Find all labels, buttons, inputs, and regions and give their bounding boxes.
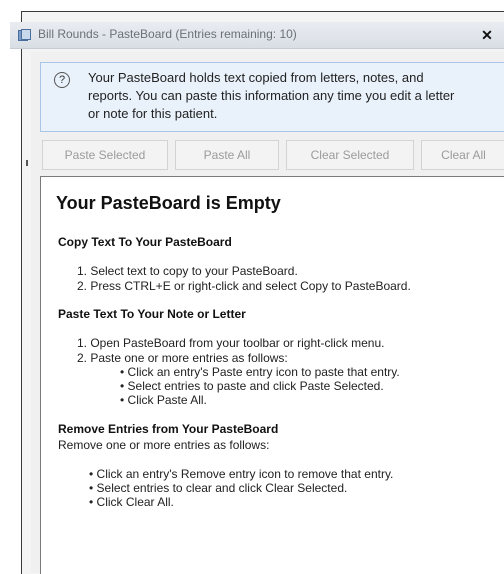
close-icon[interactable]: ✕ [476, 26, 498, 44]
title-bar[interactable]: Bill Rounds - PasteBoard (Entries remain… [10, 22, 504, 49]
paste-section-heading: Paste Text To Your Note or Letter [58, 307, 246, 321]
paste-bullet: • Click an entry's Paste entry icon to p… [120, 365, 400, 379]
info-banner: ? Your PasteBoard holds text copied from… [40, 62, 504, 132]
clear-selected-button[interactable]: Clear Selected [286, 140, 414, 170]
remove-bullet: • Click Clear All. [89, 495, 174, 509]
pasteboard-content[interactable]: Your PasteBoard is Empty Copy Text To Yo… [40, 176, 504, 574]
paste-bullet: • Select entries to paste and click Past… [120, 379, 384, 393]
remove-section-heading: Remove Entries from Your PasteBoard [58, 422, 279, 436]
remove-bullet: • Click an entry's Remove entry icon to … [89, 467, 394, 481]
copy-step: 2. Press CTRL+E or right-click and selec… [77, 279, 411, 293]
paste-selected-button[interactable]: Paste Selected [42, 140, 168, 170]
help-circle-icon: ? [54, 72, 70, 88]
paste-all-button[interactable]: Paste All [175, 140, 279, 170]
edge-marker [26, 160, 28, 166]
remove-intro: Remove one or more entries as follows: [58, 438, 270, 452]
info-line: or note for this patient. [88, 106, 218, 121]
copy-section-heading: Copy Text To Your PasteBoard [58, 235, 232, 249]
info-line: reports. You can paste this information … [88, 88, 455, 103]
clear-all-button[interactable]: Clear All [421, 140, 504, 170]
empty-heading: Your PasteBoard is Empty [56, 193, 281, 213]
info-line: Your PasteBoard holds text copied from l… [88, 70, 424, 85]
paste-step: 1. Open PasteBoard from your toolbar or … [77, 336, 385, 350]
copy-step: 1. Select text to copy to your PasteBoar… [77, 264, 298, 278]
remove-bullet: • Select entries to clear and click Clea… [89, 481, 348, 495]
window-title: Bill Rounds - PasteBoard (Entries remain… [38, 27, 297, 41]
paste-bullet: • Click Paste All. [120, 393, 207, 407]
paste-step: 2. Paste one or more entries as follows: [77, 351, 288, 365]
pasteboard-app-icon [18, 29, 31, 41]
info-text: Your PasteBoard holds text copied from l… [88, 69, 504, 123]
